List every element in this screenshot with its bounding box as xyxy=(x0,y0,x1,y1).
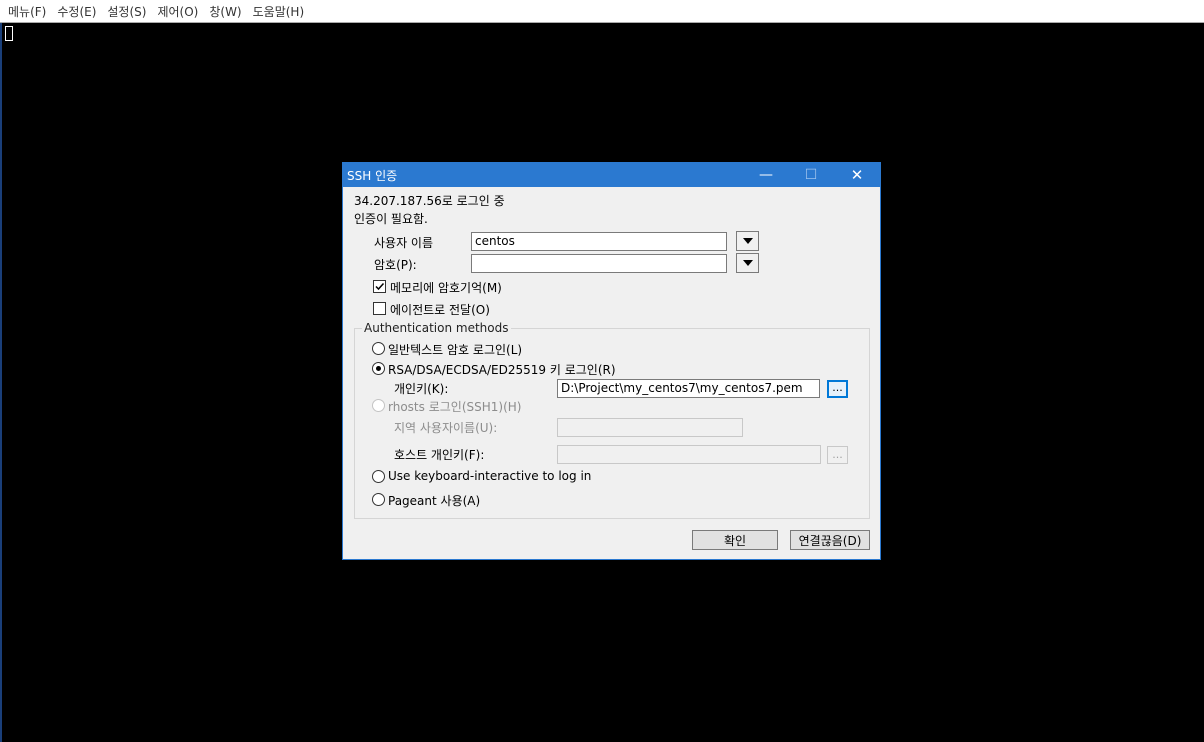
ssh-auth-dialog: SSH 인증 — ☐ ✕ 34.207.187.56로 로그인 중 인증이 필요… xyxy=(342,162,881,560)
forward-agent-label: 에이전트로 전달(O) xyxy=(390,303,490,317)
chevron-down-icon xyxy=(742,260,753,266)
menu-control[interactable]: 제어(O) xyxy=(153,3,205,20)
password-dropdown-button[interactable] xyxy=(736,253,759,273)
keyboard-interactive-label: Use keyboard-interactive to log in xyxy=(388,469,592,483)
rhosts-radio xyxy=(372,399,385,412)
login-status-text: 34.207.187.56로 로그인 중 xyxy=(354,194,505,208)
menu-window[interactable]: 창(W) xyxy=(205,3,248,20)
keyboard-interactive-radio[interactable] xyxy=(372,470,385,483)
maximize-icon: ☐ xyxy=(804,167,818,183)
host-key-label: 호스트 개인키(F): xyxy=(394,448,485,462)
terminal-cursor xyxy=(5,26,13,41)
disconnect-button[interactable]: 연결끊음(D) xyxy=(790,530,870,550)
menu-file[interactable]: 메뉴(F) xyxy=(4,3,53,20)
username-dropdown-button[interactable] xyxy=(736,231,759,251)
local-user-field xyxy=(557,418,743,437)
menu-help[interactable]: 도움말(H) xyxy=(249,3,312,20)
dialog-titlebar[interactable]: SSH 인증 — ☐ ✕ xyxy=(343,163,880,187)
pageant-label: Pageant 사용(A) xyxy=(388,494,481,508)
forward-agent-checkbox[interactable] xyxy=(373,302,386,315)
menu-settings[interactable]: 설정(S) xyxy=(103,3,153,20)
menu-bar: 메뉴(F) 수정(E) 설정(S) 제어(O) 창(W) 도움말(H) xyxy=(0,0,1204,23)
rsa-key-radio[interactable] xyxy=(372,362,385,375)
host-key-browse-button: ... xyxy=(827,446,848,464)
host-key-field xyxy=(557,445,821,464)
rhosts-label: rhosts 로그인(SSH1)(H) xyxy=(388,400,522,414)
ok-button[interactable]: 확인 xyxy=(692,530,778,550)
plaintext-radio[interactable] xyxy=(372,342,385,355)
username-label: 사용자 이름 xyxy=(374,236,434,250)
local-user-label: 지역 사용자이름(U): xyxy=(394,421,498,435)
menu-edit[interactable]: 수정(E) xyxy=(53,3,103,20)
remember-password-label: 메모리에 암호기억(M) xyxy=(390,281,502,295)
plaintext-label: 일반텍스트 암호 로그인(L) xyxy=(388,343,523,357)
chevron-down-icon xyxy=(742,238,753,244)
private-key-browse-button[interactable]: ... xyxy=(827,380,848,398)
check-icon xyxy=(375,282,385,291)
pageant-radio[interactable] xyxy=(372,493,385,506)
dialog-title: SSH 인증 xyxy=(347,168,398,183)
rsa-key-label: RSA/DSA/ECDSA/ED25519 키 로그인(R) xyxy=(388,363,616,377)
remember-password-checkbox[interactable] xyxy=(373,280,386,293)
username-field[interactable]: centos xyxy=(471,232,727,251)
close-icon[interactable]: ✕ xyxy=(837,163,877,187)
private-key-field[interactable]: D:\Project\my_centos7\my_centos7.pem xyxy=(557,379,820,398)
minimize-icon[interactable]: — xyxy=(746,163,786,187)
auth-required-text: 인증이 필요함. xyxy=(354,212,428,226)
password-label: 암호(P): xyxy=(374,258,417,272)
private-key-label: 개인키(K): xyxy=(394,382,449,396)
auth-methods-title: Authentication methods xyxy=(362,321,511,335)
password-field[interactable] xyxy=(471,254,727,273)
